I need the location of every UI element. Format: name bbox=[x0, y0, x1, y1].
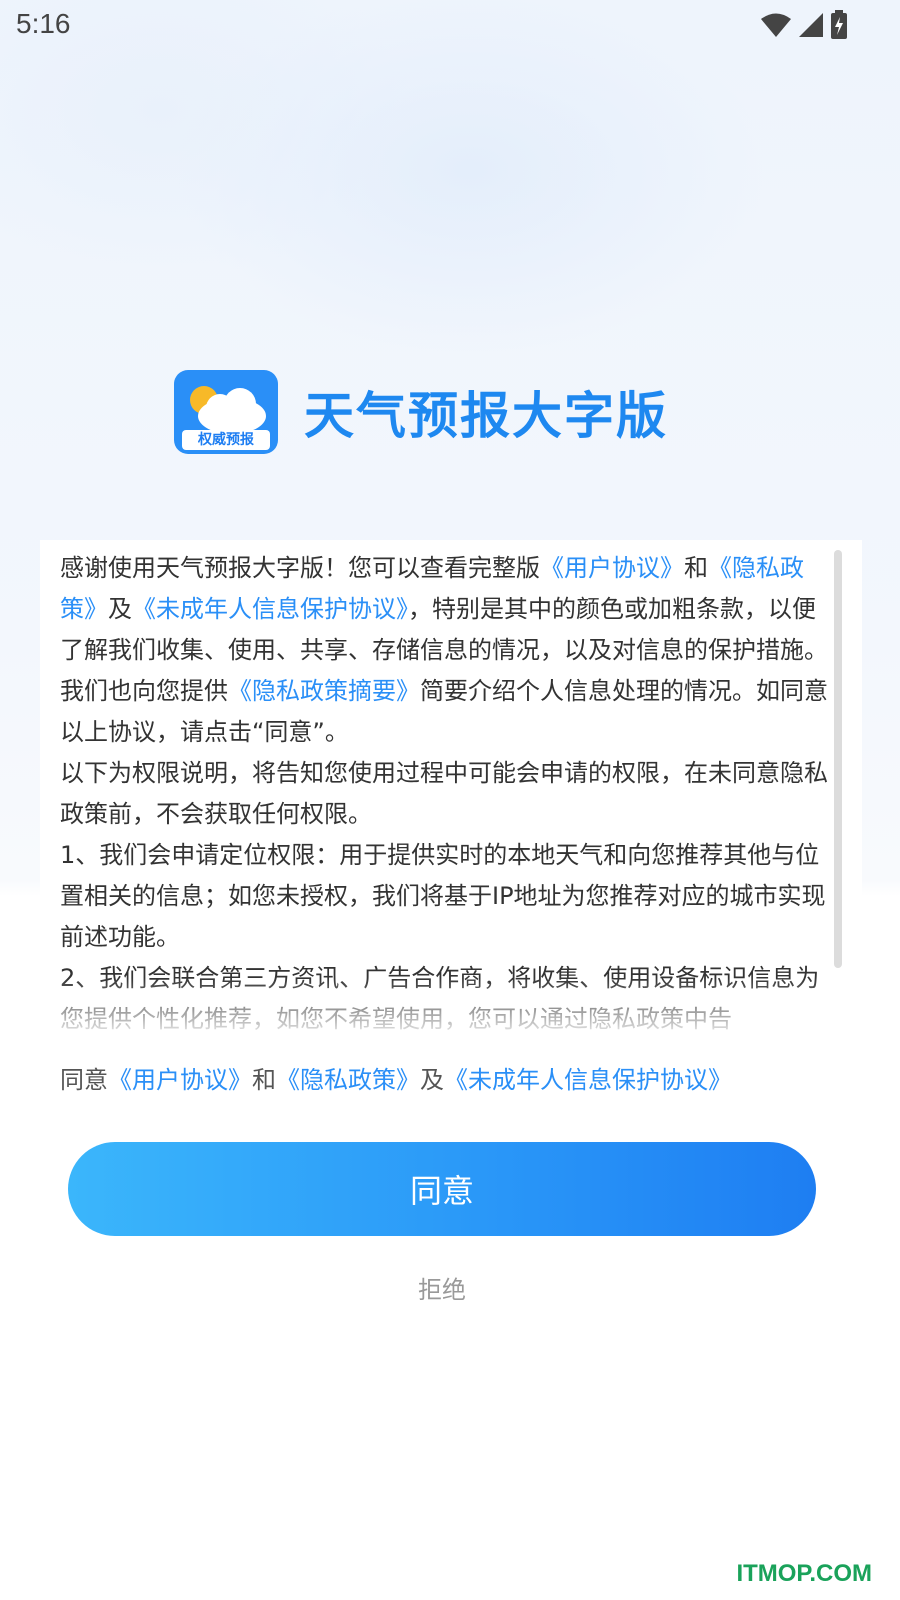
agreement-text-segment: 感谢使用天气预报大字版！您可以查看完整版 bbox=[60, 554, 540, 582]
user-agreement-link[interactable]: 《用户协议》 bbox=[108, 1066, 252, 1094]
consent-and: 和 bbox=[252, 1066, 276, 1094]
agreement-text-segment: 及 bbox=[108, 595, 132, 623]
consent-line: 同意《用户协议》和《隐私政策》及《未成年人信息保护协议》 bbox=[60, 1060, 732, 1095]
app-logo: 权威预报 天气预报大字版 bbox=[174, 370, 668, 454]
status-time: 5:16 bbox=[16, 8, 71, 39]
agreement-paragraph: 1、我们会申请定位权限：用于提供实时的本地天气和向您推荐其他与位置相关的信息；如… bbox=[60, 835, 828, 958]
agreement-link[interactable]: 《未成年人信息保护协议》 bbox=[132, 595, 408, 623]
app-icon: 权威预报 bbox=[174, 370, 278, 454]
agreement-text[interactable]: 感谢使用天气预报大字版！您可以查看完整版《用户协议》和《隐私政策》及《未成年人信… bbox=[60, 548, 828, 1038]
agreement-text-segment: 以下为权限说明，将告知您使用过程中可能会申请的权限，在未同意隐私政策前，不会获取… bbox=[60, 759, 828, 828]
minor-protection-link[interactable]: 《未成年人信息保护协议》 bbox=[444, 1066, 732, 1094]
agreement-paragraph: 以下为权限说明，将告知您使用过程中可能会申请的权限，在未同意隐私政策前，不会获取… bbox=[60, 753, 828, 835]
app-title: 天气预报大字版 bbox=[304, 387, 668, 445]
scrollbar[interactable] bbox=[834, 550, 842, 968]
agreement-dialog: 感谢使用天气预报大字版！您可以查看完整版《用户协议》和《隐私政策》及《未成年人信… bbox=[40, 540, 862, 1550]
agree-button[interactable]: 同意 bbox=[68, 1142, 816, 1236]
agreement-text-segment: 1、我们会申请定位权限：用于提供实时的本地天气和向您推荐其他与位置相关的信息；如… bbox=[60, 841, 826, 951]
status-bar: 5:16 bbox=[0, 0, 900, 50]
app-icon-badge: 权威预报 bbox=[198, 432, 254, 448]
watermark: ITMOP.COM bbox=[736, 1560, 872, 1587]
reject-button[interactable]: 拒绝 bbox=[380, 1270, 504, 1310]
signal-icon bbox=[799, 13, 823, 37]
wifi-icon bbox=[761, 13, 791, 37]
agreement-paragraph: 感谢使用天气预报大字版！您可以查看完整版《用户协议》和《隐私政策》及《未成年人信… bbox=[60, 548, 828, 753]
scroll-fade bbox=[60, 978, 828, 1038]
agreement-link[interactable]: 《用户协议》 bbox=[540, 554, 684, 582]
consent-also: 及 bbox=[420, 1066, 444, 1094]
consent-prefix: 同意 bbox=[60, 1066, 108, 1094]
agreement-text-segment: 和 bbox=[684, 554, 708, 582]
battery-icon bbox=[831, 10, 847, 39]
privacy-policy-link[interactable]: 《隐私政策》 bbox=[276, 1066, 420, 1094]
status-icons bbox=[760, 10, 848, 40]
agreement-link[interactable]: 《隐私政策摘要》 bbox=[228, 677, 420, 705]
